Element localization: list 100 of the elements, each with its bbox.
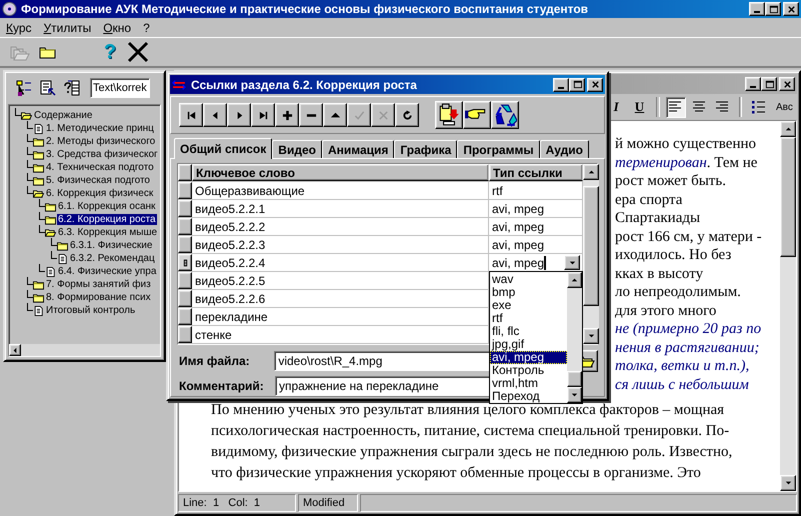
clipboard-arrow-icon [437,103,461,127]
previous-record-button[interactable] [203,103,227,127]
edit-marker-icon [182,258,188,268]
text-line: не (примерно 20 раз по [615,320,762,338]
close-icon [590,80,600,89]
scroll-up-button[interactable] [780,121,796,137]
tree-item[interactable]: 4. Техническая подгото [45,162,155,173]
tree-item[interactable]: 7. Формы занятий физ [45,279,152,290]
maximize-button[interactable] [765,2,781,16]
down-triangle-icon [784,481,792,485]
tree-item[interactable]: 6.3. Коррекция мыше [57,227,158,238]
document-arrow-icon[interactable] [40,80,56,96]
vertical-scrollbar[interactable] [567,272,582,403]
menu-item[interactable]: ? [143,20,150,34]
scroll-down-button[interactable] [583,328,599,344]
dropdown-option[interactable]: fli, flc [490,325,567,338]
tree-item[interactable]: 3. Средства физическог [45,149,159,160]
row-indicator[interactable] [178,200,192,217]
scroll-down-button[interactable] [780,475,796,491]
row-indicator[interactable] [178,326,192,343]
align-left-button[interactable] [666,96,686,118]
tree-item[interactable]: 6.1. Коррекция осанк [57,201,156,212]
tab[interactable]: Видео [272,140,322,158]
question-table-icon[interactable] [64,80,80,96]
up-triangle-icon [588,170,594,174]
table-cell: Общеразвивающие [192,182,489,199]
tab[interactable]: Общий список [174,138,272,159]
tree-item[interactable]: 6.3.2. Рекомендац [69,253,156,264]
tab[interactable]: Анимация [322,140,394,158]
text-line: рост 166 см, у матери - [615,228,763,246]
tab[interactable]: Аудио [540,140,589,158]
vertical-scrollbar[interactable] [780,121,796,491]
dropdown-option[interactable]: wav [490,273,567,286]
tab[interactable]: Программы [457,140,540,158]
row-indicator[interactable] [178,308,192,325]
last-record-button[interactable] [251,103,275,127]
vertical-scrollbar[interactable] [583,164,599,344]
text-line: кках в высоту [615,264,704,283]
column-header[interactable]: Ключевое слово [192,164,489,181]
menu-item[interactable]: Окно [103,20,132,34]
row-indicator[interactable] [178,254,192,271]
tree-item[interactable]: 8. Формирование псих [45,292,152,303]
tab[interactable]: Графика [394,140,458,158]
path-field[interactable]: Text\korrek [90,78,150,98]
menu-item[interactable]: Утилиты [44,20,92,34]
row-indicator[interactable] [178,218,192,235]
row-indicator[interactable] [178,272,192,289]
minimize-button[interactable] [749,2,765,16]
tree-item[interactable]: 6.3.1. Физические [69,240,154,251]
scroll-thumb[interactable] [780,137,796,257]
refresh-button[interactable] [395,103,419,127]
minimize-button[interactable] [553,78,569,92]
dropdown-button[interactable] [564,255,580,270]
scroll-left-button[interactable] [9,344,21,356]
edit-record-button[interactable] [323,103,347,127]
dropdown-option[interactable]: rtf [490,312,567,325]
add-record-button[interactable] [275,103,299,127]
delete-record-button[interactable] [299,103,323,127]
menu-item[interactable]: Курс [6,20,32,34]
tree-item[interactable]: 6.4. Физические упра [57,266,158,277]
table-cell: видео5.2.2.2 [192,218,489,235]
tree-item[interactable]: 2. Методы физического [45,136,156,147]
dropdown-option[interactable]: exe [490,299,567,312]
document-icon [45,266,56,276]
tree-item[interactable]: 6. Коррекция физическ [45,188,154,199]
row-indicator[interactable] [178,182,192,199]
maximize-button[interactable] [569,78,585,92]
tree-item[interactable]: 5. Физическая подгото [45,175,151,186]
tree-item[interactable]: Содержание [33,110,94,121]
column-header[interactable]: Тип ссылки [489,164,583,181]
recycle-button[interactable] [491,101,519,129]
first-record-button[interactable] [179,103,203,127]
cross-icon [127,41,149,63]
tree-item[interactable]: 6.2. Коррекция роста [57,214,157,225]
close-button[interactable] [783,2,799,16]
down-triangle-icon [571,393,578,397]
scroll-thumb[interactable] [583,186,599,306]
dropdown-option[interactable]: bmp [490,286,567,299]
minimize-icon [750,86,756,88]
dropdown-option[interactable]: vrml,htm [490,377,567,390]
next-record-button[interactable] [227,103,251,127]
tree-icon[interactable] [16,80,32,96]
cross-icon [378,110,388,120]
minimize-icon [754,11,760,13]
horizontal-scrollbar[interactable] [9,344,160,356]
scroll-thumb[interactable] [567,371,582,387]
row-indicator[interactable] [178,290,192,307]
tree-item[interactable]: 1. Методические принц [45,123,155,134]
scroll-down-button[interactable] [567,387,582,403]
table-cell: видео5.2.2.1 [192,200,489,217]
import-button[interactable] [435,101,463,129]
scroll-up-button[interactable] [583,164,599,180]
pointer-button[interactable] [463,101,491,129]
tree-item[interactable]: Итоговый контроль [45,305,136,316]
scroll-up-button[interactable] [567,272,582,288]
dropdown-option[interactable]: avi, mpeg [490,351,567,364]
text-line: что физические упражнения ускоряют обменные процессы в организме. Это [211,464,702,483]
dropdown-option[interactable]: jpg,gif [490,338,567,351]
close-button[interactable] [587,78,603,92]
row-indicator[interactable] [178,236,192,253]
